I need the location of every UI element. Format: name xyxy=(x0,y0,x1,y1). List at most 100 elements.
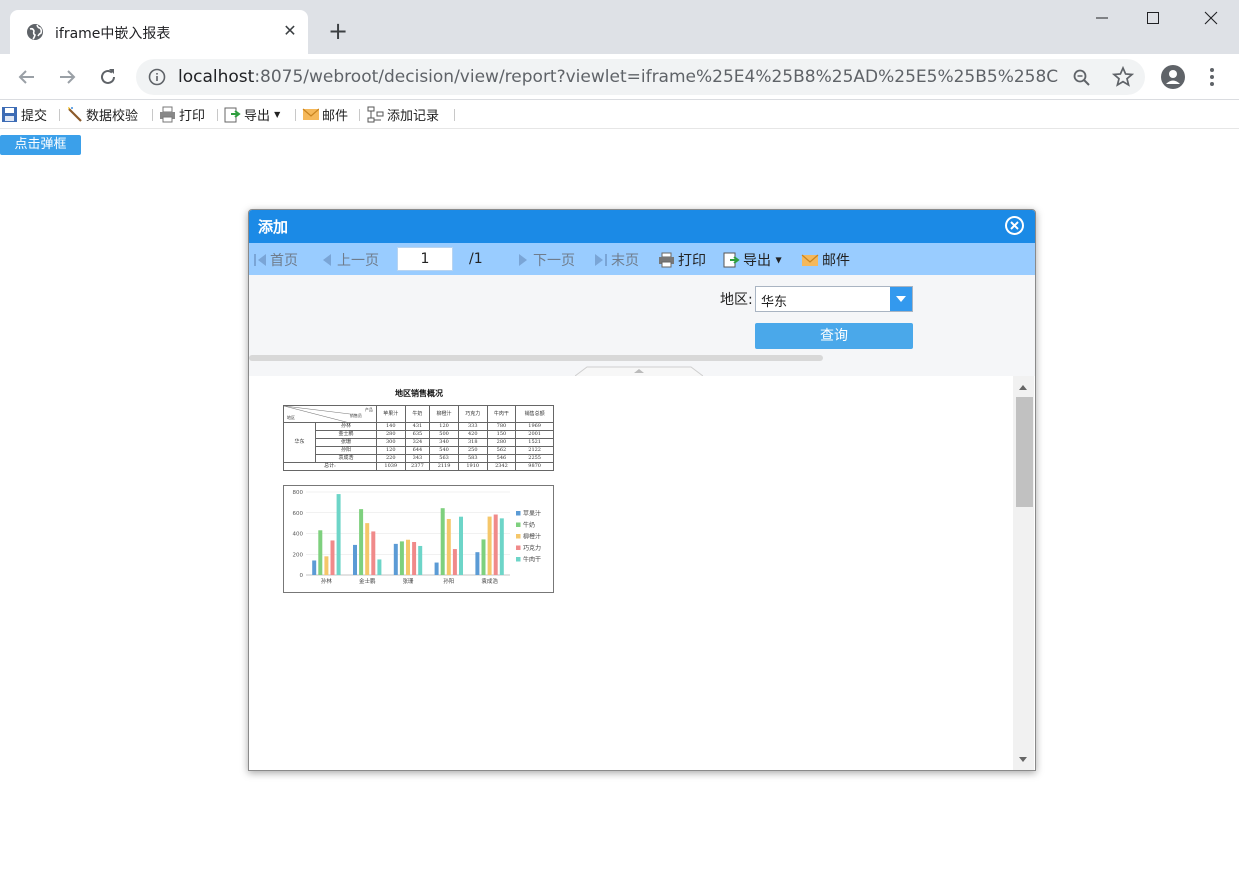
reload-icon[interactable] xyxy=(95,64,121,90)
add-record-button[interactable]: 添加记录 xyxy=(367,105,439,125)
table-header-row: 产品 销售员 地区 苹果汁 牛奶 柳橙汁 巧克力 牛肉干 销售总额 xyxy=(283,405,554,423)
total-cell: 1039 xyxy=(375,462,406,471)
mail-icon xyxy=(801,254,819,266)
validate-button[interactable]: 数据校验 xyxy=(66,105,138,125)
sales-chart: 0 200 400 600 800 孙林 金士鹏 张珊 孙阳 袁成浩 苹果汁 牛奶 柳橙汁 巧克力 牛肉干 xyxy=(283,485,554,593)
more-menu-icon[interactable] xyxy=(1202,66,1222,88)
chart-bar xyxy=(475,552,480,575)
tab-title: iframe中嵌入报表 xyxy=(55,26,171,42)
dropdown-arrow-icon[interactable] xyxy=(890,287,912,311)
table-cell: 562 xyxy=(486,446,517,455)
scroll-down-arrow-icon[interactable] xyxy=(1018,756,1028,764)
horizontal-scrollbar[interactable] xyxy=(249,355,823,361)
submit-button[interactable]: 提交 xyxy=(1,105,47,125)
first-page-button[interactable]: 首页 xyxy=(253,250,298,270)
scroll-up-arrow-icon[interactable] xyxy=(1018,383,1028,391)
table-cell: 250 xyxy=(457,446,488,455)
last-page-label: 末页 xyxy=(611,253,639,269)
site-info-icon[interactable] xyxy=(148,68,166,86)
legend-label: 牛奶 xyxy=(523,521,535,529)
chart-bar xyxy=(487,516,492,575)
export-button[interactable]: 导出 ▼ xyxy=(224,105,280,125)
print-button[interactable]: 打印 xyxy=(159,105,205,125)
salesperson-cell: 袁成浩 xyxy=(315,454,377,463)
y-tick-label: 600 xyxy=(293,511,304,517)
table-cell: 500 xyxy=(429,430,459,439)
chart-bar xyxy=(493,514,498,575)
table-cell: 120 xyxy=(429,422,459,431)
submit-label: 提交 xyxy=(21,109,48,124)
table-header-cell: 苹果汁 xyxy=(375,405,406,423)
back-arrow-icon[interactable] xyxy=(14,64,40,90)
page-number-input[interactable]: 1 xyxy=(397,247,453,271)
table-cell: 540 xyxy=(429,446,459,455)
region-select[interactable]: 华东 xyxy=(755,286,913,312)
minimize-icon[interactable] xyxy=(1088,8,1116,32)
prev-page-button[interactable]: 上一页 xyxy=(320,250,379,270)
add-record-label: 添加记录 xyxy=(387,109,440,124)
chart-bar xyxy=(377,559,382,575)
chart-bar xyxy=(406,539,410,575)
table-cell: 635 xyxy=(404,430,431,439)
region-value: 华东 xyxy=(761,295,788,310)
report-mail-button[interactable]: 邮件 xyxy=(801,250,850,270)
export-icon xyxy=(723,252,740,268)
table-total-row: 总计: 1039 2377 2119 1910 2342 9870 xyxy=(283,462,554,471)
legend-label: 巧克力 xyxy=(523,544,541,552)
chart-bar xyxy=(481,539,486,575)
table-header-cell: 销售总额 xyxy=(515,405,554,423)
table-cell: 140 xyxy=(375,422,406,431)
report-print-button[interactable]: 打印 xyxy=(658,250,706,270)
forward-arrow-icon[interactable] xyxy=(54,64,80,90)
chart-bar xyxy=(399,541,404,575)
legend-label: 苹果汁 xyxy=(523,510,541,518)
add-dialog: 添加 首页 上一页 1 /1 下一页 末页 打印 导出 ▼ 邮件 地区: 华东 … xyxy=(248,209,1036,771)
table-cell: 780 xyxy=(486,422,517,431)
save-icon xyxy=(2,107,17,122)
next-page-button[interactable]: 下一页 xyxy=(516,250,575,270)
new-tab-icon[interactable]: + xyxy=(325,19,351,45)
query-button[interactable]: 查询 xyxy=(755,323,913,349)
table-header-cell: 巧克力 xyxy=(457,405,488,423)
printer-icon xyxy=(160,106,175,123)
table-cell: 220 xyxy=(375,454,406,463)
scrollbar-thumb[interactable] xyxy=(1016,397,1033,507)
mail-button[interactable]: 邮件 xyxy=(302,105,348,125)
browser-tab[interactable]: iframe中嵌入报表 ✕ xyxy=(10,10,308,54)
profile-icon[interactable] xyxy=(1160,64,1186,90)
total-cell: 2342 xyxy=(486,462,517,471)
chart-bar xyxy=(434,562,439,575)
table-header-cell: 牛奶 xyxy=(404,405,431,423)
omnibox[interactable]: localhost:8075/webroot/decision/view/rep… xyxy=(136,59,1145,95)
last-page-button[interactable]: 末页 xyxy=(594,250,639,270)
table-cell: 1521 xyxy=(515,438,554,447)
close-window-icon[interactable] xyxy=(1197,8,1225,32)
maximize-icon[interactable] xyxy=(1139,8,1167,32)
chart-bar xyxy=(440,508,445,575)
report-export-button[interactable]: 导出 ▼ xyxy=(723,250,782,270)
legend-label: 柳橙汁 xyxy=(523,533,541,541)
x-tick-label: 袁成浩 xyxy=(481,577,498,585)
salesperson-cell: 金士鹏 xyxy=(315,430,377,439)
open-popup-button[interactable]: 点击弹框 xyxy=(0,135,81,155)
toolbar-divider xyxy=(454,109,455,121)
total-cell: 1910 xyxy=(457,462,488,471)
chart-bar xyxy=(452,549,457,575)
corner-label-salesperson: 销售员 xyxy=(349,413,362,418)
url-text[interactable]: localhost:8075/webroot/decision/view/rep… xyxy=(178,67,1058,87)
table-row: 华东 孙林 140 431 120 333 780 1969 xyxy=(283,422,554,463)
table-cell: 280 xyxy=(486,438,517,447)
bookmark-star-icon[interactable] xyxy=(1112,66,1134,88)
vertical-scrollbar[interactable] xyxy=(1013,376,1034,770)
table-cell: 420 xyxy=(457,430,488,439)
close-dialog-icon[interactable] xyxy=(1004,215,1025,236)
corner-label-region: 地区 xyxy=(287,415,295,420)
close-tab-icon[interactable]: ✕ xyxy=(280,21,300,41)
globe-icon xyxy=(27,24,43,40)
table-cell: 343 xyxy=(404,454,431,463)
collapse-handle-icon[interactable] xyxy=(575,366,703,376)
table-header-cell: 柳橙汁 xyxy=(429,405,459,423)
zoom-icon[interactable] xyxy=(1072,68,1092,88)
y-tick-label: 200 xyxy=(293,552,304,558)
legend-swatch xyxy=(516,534,521,539)
